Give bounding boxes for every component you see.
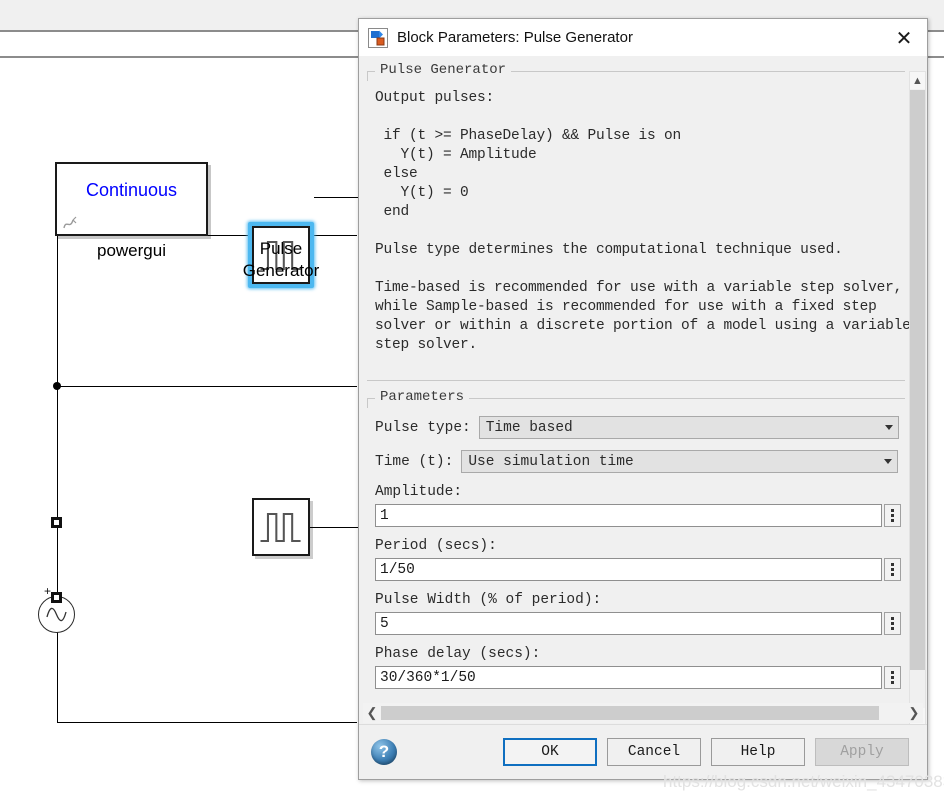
chevron-up-icon[interactable]: ▲ (910, 72, 925, 89)
row-pulse-type: Pulse type: Time based (375, 416, 901, 439)
chevron-right-icon[interactable]: ❯ (905, 705, 923, 721)
pulse-generator-caption-line2: Generator (242, 261, 320, 280)
powergui-block[interactable]: Continuous (55, 162, 208, 236)
apply-button: Apply (815, 738, 909, 766)
vertical-scrollbar-thumb[interactable] (910, 90, 925, 670)
dialog-titlebar: Block Parameters: Pulse Generator ✕ (359, 19, 927, 57)
description-group: Pulse Generator Output pulses: if (t >= … (367, 62, 911, 381)
wire-junction-dot (53, 382, 61, 390)
horizontal-scrollbar-thumb[interactable] (381, 706, 879, 720)
dialog-vertical-scrollbar[interactable]: ▲ ▼ (909, 71, 926, 726)
description-group-legend: Pulse Generator (375, 62, 512, 78)
amplitude-input[interactable]: 1 (375, 504, 882, 527)
squiggle-icon (62, 214, 82, 232)
period-input[interactable]: 1/50 (375, 558, 882, 581)
dialog-title: Block Parameters: Pulse Generator (397, 29, 633, 46)
parameter-rows: Pulse type: Time based Time (t): Use sim… (375, 416, 901, 700)
ac-source-terminal-negative[interactable] (51, 592, 62, 603)
time-t-select[interactable]: Use simulation time (461, 450, 899, 473)
chevron-down-icon (879, 451, 897, 472)
chevron-left-icon[interactable]: ❮ (363, 705, 381, 721)
wire-middle-horizontal (57, 386, 357, 387)
row-phase-delay: 30/360*1/50 (375, 666, 901, 689)
wire-pulse-out-1 (314, 197, 358, 198)
row-amplitude: 1 (375, 504, 901, 527)
horizontal-scrollbar-track[interactable] (381, 706, 905, 720)
cancel-button[interactable]: Cancel (607, 738, 701, 766)
wire-left-vertical (57, 235, 58, 722)
phase-delay-spinner[interactable] (884, 666, 901, 689)
wire-pulse-out-2 (310, 527, 358, 528)
ok-button[interactable]: OK (503, 738, 597, 766)
ac-source-terminal-positive[interactable] (51, 517, 62, 528)
powergui-inner-label: Continuous (85, 180, 178, 200)
pulse-width-spinner[interactable] (884, 612, 901, 635)
pulse-type-label: Pulse type: (375, 419, 471, 436)
ac-source-polarity-label: + (44, 584, 52, 598)
simulink-block-icon (368, 27, 388, 48)
amplitude-spinner[interactable] (884, 504, 901, 527)
parameters-group: Parameters Pulse type: Time based Time (… (367, 389, 905, 753)
help-orb-icon[interactable]: ? (371, 739, 397, 765)
close-icon[interactable]: ✕ (887, 23, 921, 53)
pulse-waveform-icon (260, 512, 301, 542)
group-border-left (367, 398, 368, 408)
dialog-horizontal-scrollbar[interactable]: ❮ ❯ (363, 703, 923, 723)
time-t-value: Use simulation time (468, 453, 634, 470)
help-button[interactable]: Help (711, 738, 805, 766)
dialog-body: Pulse Generator Output pulses: if (t >= … (359, 56, 927, 779)
chevron-down-icon (880, 417, 898, 438)
phase-delay-input[interactable]: 30/360*1/50 (375, 666, 882, 689)
phase-delay-label: Phase delay (secs): (375, 646, 541, 662)
description-text: Output pulses: if (t >= PhaseDelay) && P… (375, 90, 911, 353)
pulse-width-label: Pulse Width (% of period): (375, 592, 602, 608)
pulse-generator-caption-selected: Pulse Generator (206, 238, 356, 282)
pulse-width-input[interactable]: 5 (375, 612, 882, 635)
pulse-type-select[interactable]: Time based (478, 416, 899, 439)
powergui-caption: powergui (97, 241, 166, 260)
screen-root: Continuous powergui Pulse Generator + Bl… (0, 0, 944, 801)
period-label: Period (secs): (375, 538, 497, 554)
wire-bottom-horizontal (57, 722, 357, 723)
block-parameters-dialog[interactable]: Block Parameters: Pulse Generator ✕ Puls… (358, 18, 928, 780)
pulse-generator-caption-line1: Pulse (259, 239, 303, 258)
amplitude-label: Amplitude: (375, 484, 463, 500)
pulse-generator-block-second[interactable] (252, 498, 310, 556)
period-spinner[interactable] (884, 558, 901, 581)
row-period: 1/50 (375, 558, 901, 581)
group-border-left (367, 71, 368, 81)
dialog-buttons: OK Cancel Help Apply (503, 738, 909, 766)
time-t-label: Time (t): (375, 453, 454, 470)
row-pulse-width: 5 (375, 612, 901, 635)
pulse-type-value: Time based (485, 419, 573, 436)
row-time-t: Time (t): Use simulation time (375, 450, 901, 473)
group-border-bottom (367, 380, 905, 381)
dialog-button-bar: ? OK Cancel Help Apply (359, 724, 927, 779)
parameters-group-legend: Parameters (375, 389, 470, 405)
